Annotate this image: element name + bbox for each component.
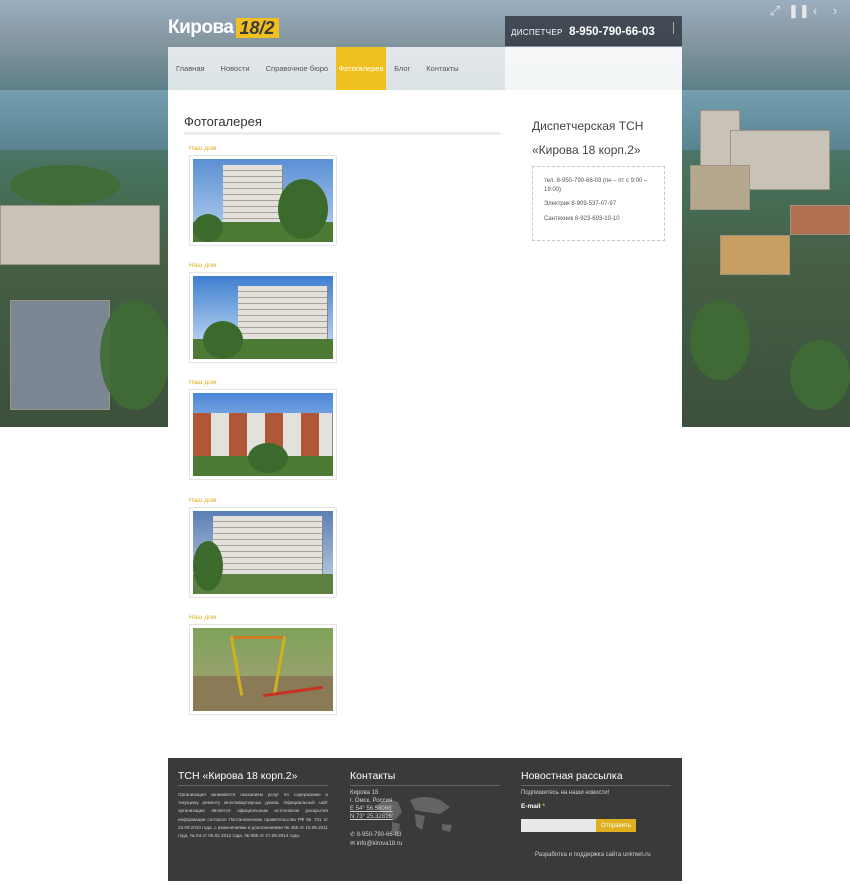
photo-building [193, 511, 333, 594]
photo-building [193, 393, 333, 476]
footer-about-text: Организация занимается оказанием услуг п… [178, 792, 328, 839]
footer-newsletter-title: Новостная рассылка [521, 770, 671, 786]
gallery-thumbnail[interactable] [189, 389, 337, 480]
page-title: Фотогалерея [184, 114, 262, 129]
footer-email[interactable]: info@kirova18.ru [357, 841, 402, 847]
footer-contacts-title: Контакты [350, 770, 500, 786]
nav-item-news[interactable]: Новости [213, 47, 258, 90]
footer-about-title: ТСН «Кирова 18 корп.2» [178, 770, 328, 786]
dispatcher-label: ДИСПЕТЧЕР [511, 28, 563, 37]
fullscreen-icon[interactable]: ⤢ [768, 4, 782, 18]
next-icon[interactable]: › [828, 4, 842, 18]
main-nav: Главная Новости Справочное бюро Фотогале… [168, 47, 505, 90]
gallery-caption[interactable]: Наш дом [189, 145, 337, 155]
building-shape [720, 235, 790, 275]
coord-n[interactable]: N 73° 25.32816' [350, 813, 500, 821]
gallery-item: Наш дом [189, 379, 337, 480]
site-footer: ТСН «Кирова 18 корп.2» Организация заним… [168, 758, 682, 881]
photo-tree [193, 541, 223, 591]
address-line: Кирова 18 [350, 790, 379, 796]
tree-shape [100, 300, 170, 410]
building-shape [790, 205, 850, 235]
mail-icon: ✉ [350, 841, 356, 847]
gallery-caption[interactable]: Наш дом [189, 614, 337, 624]
photo-tree [193, 214, 223, 242]
footer-phone[interactable]: 8-950-790-66-03 [357, 832, 402, 838]
email-label-text: E-mail [521, 803, 541, 810]
gallery-item: Наш дом [189, 497, 337, 598]
building-shape [10, 300, 110, 410]
sidebar-line: Электрик 8-909-537-07-97 [544, 201, 617, 207]
sidebar-line: Сантехник 8-923-693-10-10 [544, 215, 620, 222]
nav-item-help[interactable]: Справочное бюро [258, 47, 336, 90]
email-label: E-mail * [521, 803, 671, 810]
building-shape [0, 205, 160, 265]
nav-item-home[interactable]: Главная [168, 47, 213, 90]
tree-shape [790, 340, 850, 410]
footer-phone-row: ✆ 8-950-790-66-03 [350, 831, 500, 840]
required-mark: * [542, 803, 545, 810]
divider [673, 22, 674, 34]
site-logo[interactable]: Кирова 18/2 [168, 17, 279, 39]
footer-contact-list: ✆ 8-950-790-66-03 ✉ info@kirova18.ru [350, 831, 500, 849]
title-underline [184, 132, 500, 135]
slider-controls: ⤢ ❚❚ ‹ › [768, 4, 842, 18]
footer-newsletter: Новостная рассылка Подпишитесь на наши н… [521, 770, 671, 858]
nav-right-panel [505, 47, 682, 90]
sidebar-title: Диспетчерская ТСН «Кирова 18 корп.2» [532, 119, 644, 157]
gallery-caption[interactable]: Наш дом [189, 379, 337, 389]
nav-item-blog[interactable]: Блог [386, 47, 418, 90]
footer-email-row: ✉ info@kirova18.ru [350, 840, 500, 849]
footer-about: ТСН «Кирова 18 корп.2» Организация заним… [178, 770, 328, 840]
photo-building [193, 276, 333, 359]
gallery-thumbnail[interactable] [189, 624, 337, 715]
sidebar-line: тел. 8-950-790-66-03 (пн – пт с 9:00 – 1… [544, 178, 648, 193]
gallery-item: Наш дом [189, 145, 337, 246]
footer-address: Кирова 18 г. Омск, Россия E 54° 56.58066… [350, 789, 500, 821]
logo-text: Кирова [168, 17, 234, 38]
nav-item-contacts[interactable]: Контакты [418, 47, 466, 90]
gallery-item: Наш дом [189, 614, 337, 715]
gallery-thumbnail[interactable] [189, 507, 337, 598]
swing-bar [233, 636, 283, 639]
newsletter-submit-button[interactable]: Отправить [596, 819, 636, 832]
phone-icon: ✆ [350, 832, 356, 838]
tree-shape [10, 165, 120, 205]
gallery-caption[interactable]: Наш дом [189, 262, 337, 272]
tree-shape [690, 300, 750, 380]
gallery-thumbnail[interactable] [189, 272, 337, 363]
photo-playground [193, 628, 333, 711]
site-header: Кирова 18/2 ДИСПЕТЧЕР 8-950-790-66-03 Гл… [168, 0, 682, 90]
newsletter-subtitle: Подпишитесь на наши новости! [521, 790, 610, 796]
address-line: г. Омск, Россия [350, 798, 393, 804]
coord-e[interactable]: E 54° 56.58066' [350, 805, 500, 813]
prev-icon[interactable]: ‹ [808, 4, 822, 18]
pause-icon[interactable]: ❚❚ [788, 4, 810, 18]
developer-credit[interactable]: Разработка и поддержка сайта unknwn.ru [535, 852, 671, 858]
building-shape [690, 165, 750, 210]
gallery-item: Наш дом [189, 262, 337, 363]
gallery-caption[interactable]: Наш дом [189, 497, 337, 507]
dispatcher-box: ДИСПЕТЧЕР 8-950-790-66-03 [505, 16, 682, 46]
photo-tree [278, 179, 328, 239]
dispatcher-phone[interactable]: 8-950-790-66-03 [569, 26, 655, 38]
photo-building [193, 159, 333, 242]
footer-contacts: Контакты Кирова 18 г. Омск, Россия E 54°… [350, 770, 500, 849]
main-content: Фотогалерея Наш дом Наш дом Наш дом Наш … [168, 90, 682, 758]
photo-tree [248, 443, 288, 473]
sidebar-contacts-box: тел. 8-950-790-66-03 (пн – пт с 9:00 – 1… [532, 166, 665, 241]
newsletter-form: Отправить [521, 819, 671, 832]
nav-item-gallery[interactable]: Фотогалерея [336, 47, 387, 90]
logo-badge: 18/2 [235, 18, 279, 38]
newsletter-email-input[interactable] [521, 819, 596, 832]
photo-tree [203, 321, 243, 359]
gallery-thumbnail[interactable] [189, 155, 337, 246]
